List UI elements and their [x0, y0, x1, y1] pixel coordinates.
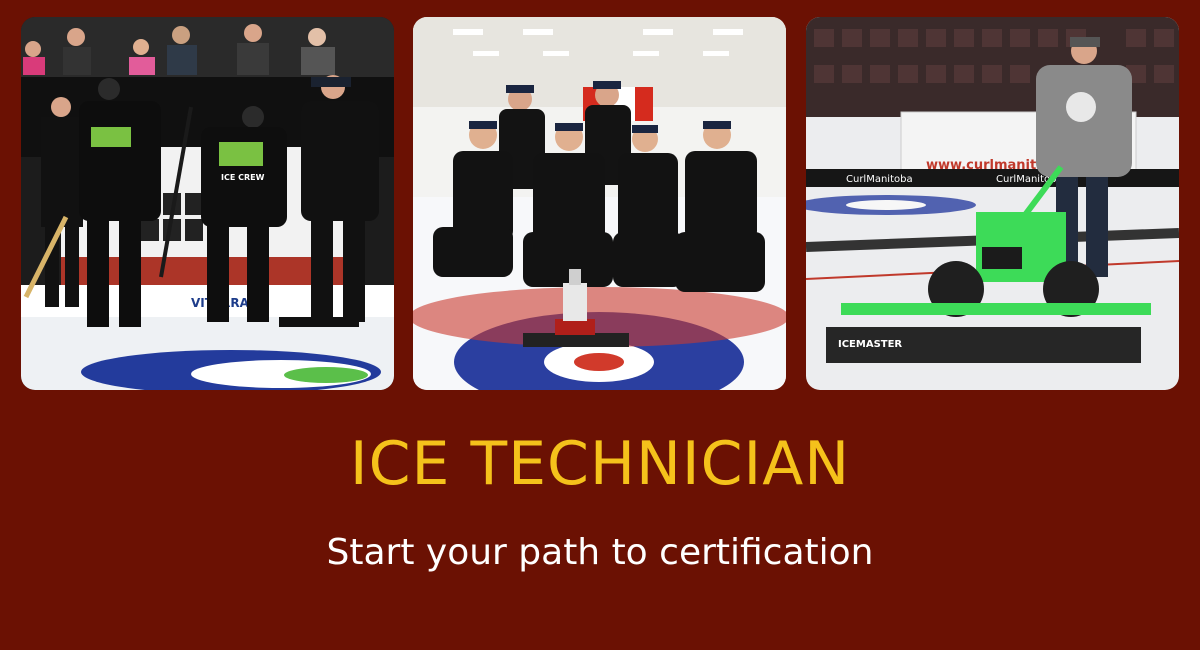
page-title: ICE TECHNICIAN — [349, 429, 851, 499]
photo-team-with-trophy — [413, 17, 786, 390]
team-photo-illustration — [413, 17, 786, 390]
photo-ice-crew-sweeping: VITERRA ICE CREW — [21, 17, 394, 390]
ice-machine-photo-illustration: www.curlmanitoba CurlManitoba CurlManito… — [806, 17, 1179, 390]
photo-ice-master-machine: www.curlmanitoba CurlManitoba CurlManito… — [806, 17, 1179, 390]
board-sponsor-left: CurlManitoba — [846, 174, 913, 185]
machine-label: ICEMASTER — [838, 339, 902, 350]
ice-crew-photo-illustration: VITERRA ICE CREW — [21, 17, 394, 390]
jacket-text: ICE CREW — [221, 173, 265, 182]
page-subtitle: Start your path to certification — [326, 532, 874, 573]
